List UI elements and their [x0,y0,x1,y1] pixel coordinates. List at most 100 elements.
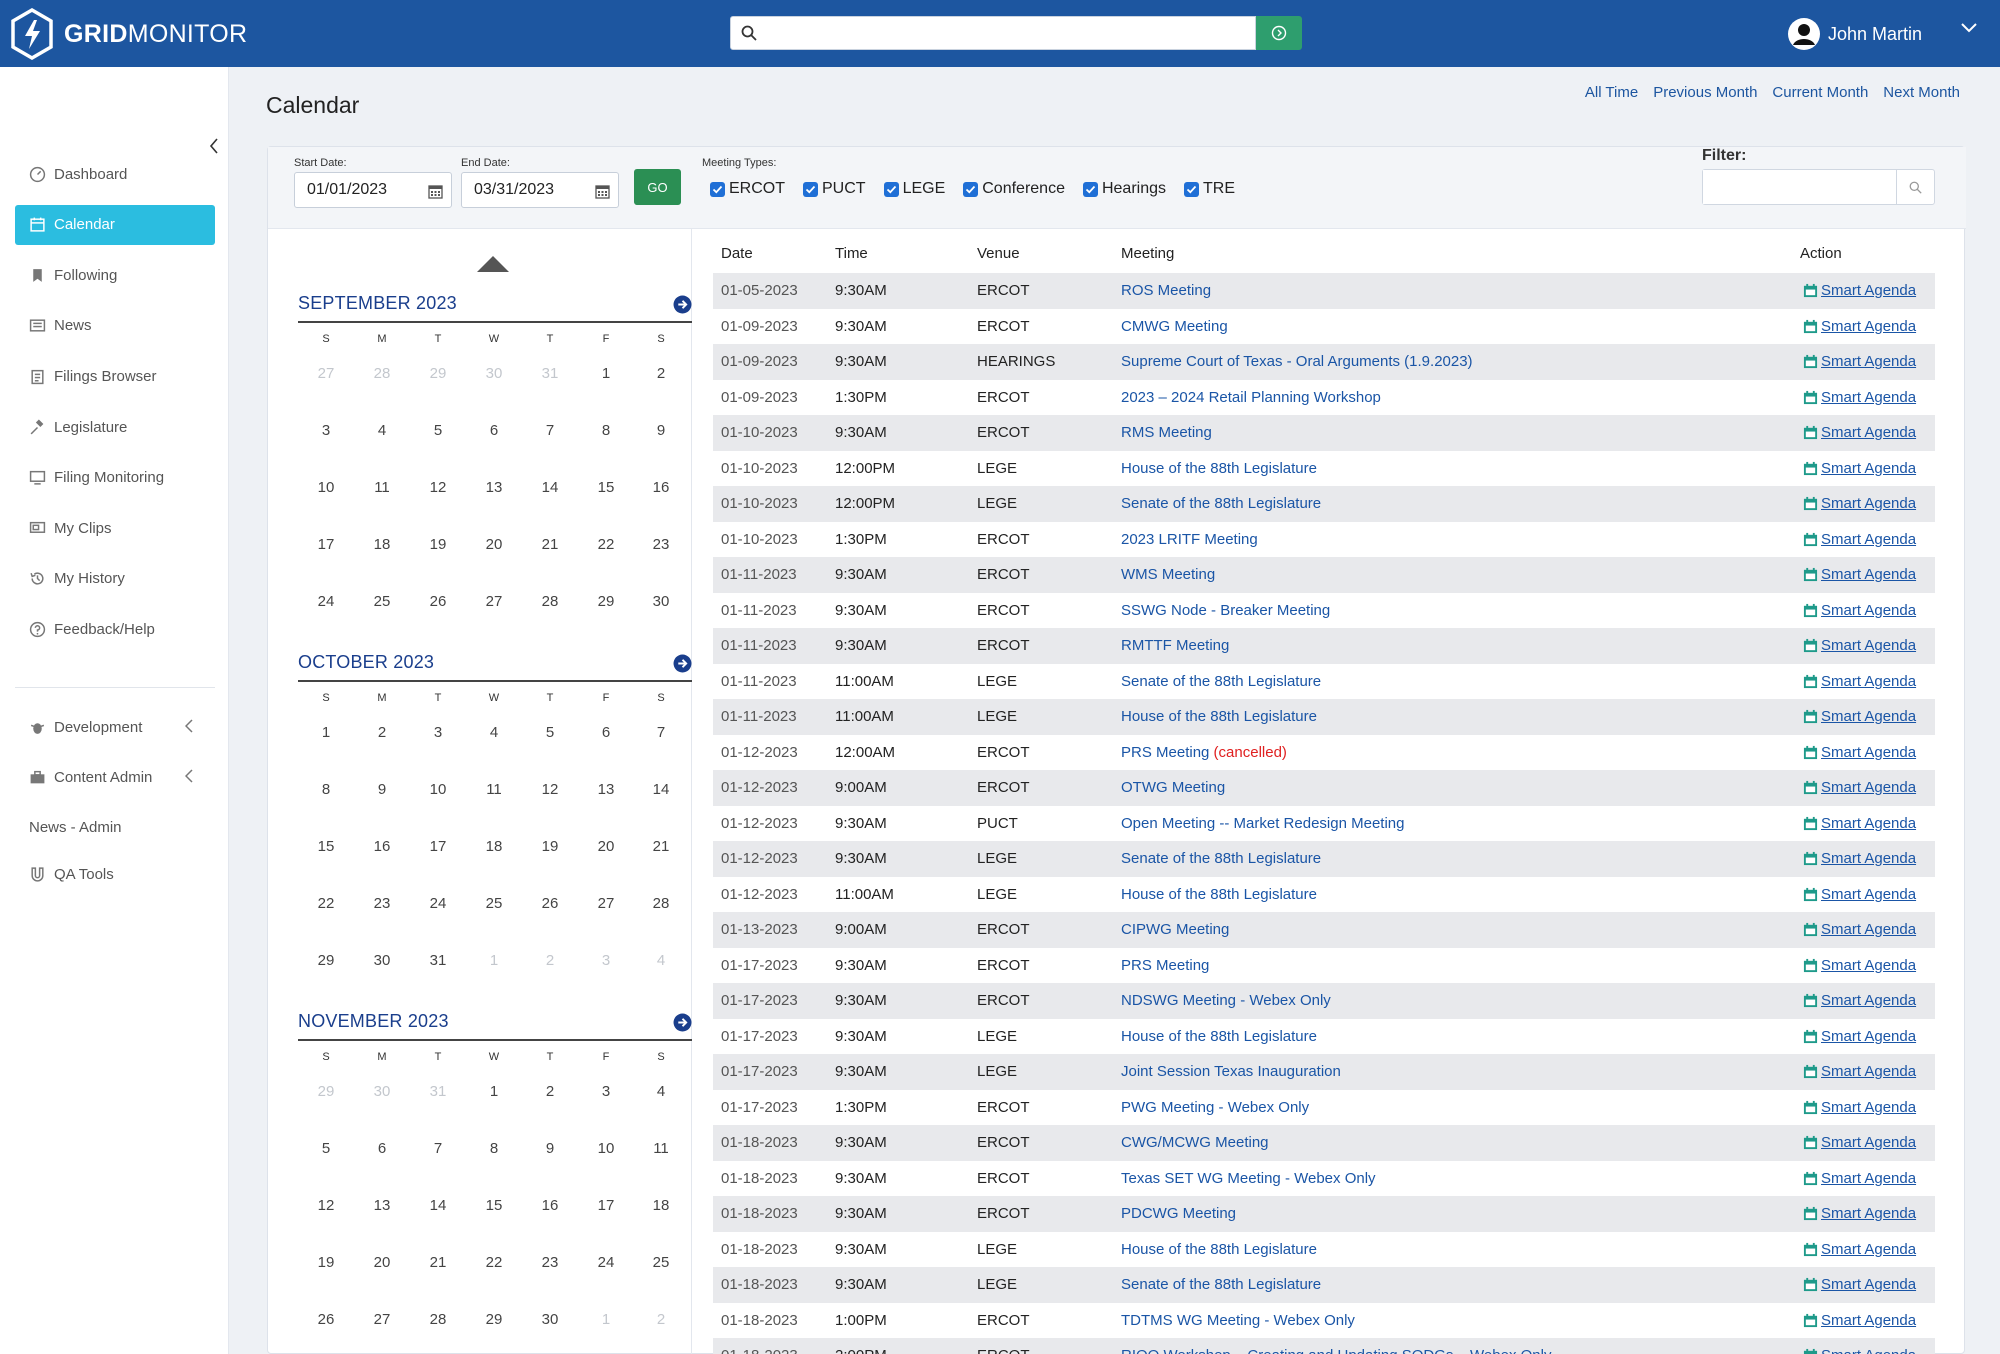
current-month-link[interactable]: Current Month [1772,84,1868,101]
calendar-day[interactable]: 12 [530,781,570,798]
calendar-day[interactable]: 3 [418,724,458,741]
meeting-link[interactable]: Senate of the 88th Legislature [1121,495,1321,512]
calendar-day[interactable]: 11 [474,781,514,798]
calendar-day[interactable]: 10 [306,479,346,496]
calendar-day[interactable]: 30 [474,365,514,382]
calendar-day[interactable]: 9 [362,781,402,798]
sidebar-item-filing-monitoring[interactable]: Filing Monitoring [15,458,215,498]
calendar-day[interactable]: 28 [418,1311,458,1328]
calendar-day[interactable]: 5 [306,1140,346,1157]
sidebar-item-qa-tools[interactable]: QA Tools [15,854,215,894]
calendar-day[interactable]: 31 [530,365,570,382]
calendar-day[interactable]: 27 [306,365,346,382]
meeting-link[interactable]: CMWG Meeting [1121,318,1228,335]
meeting-type-hearings[interactable]: Hearings [1082,180,1166,198]
calendar-day[interactable]: 3 [586,952,626,969]
smart-agenda-action[interactable]: Smart Agenda [1803,424,1916,441]
scroll-up-arrow-icon[interactable] [476,255,510,273]
calendar-picker-icon[interactable] [595,183,610,199]
meeting-link[interactable]: House of the 88th Legislature [1121,708,1317,725]
calendar-day[interactable]: 29 [418,365,458,382]
search-field[interactable] [730,16,1256,50]
sidebar-item-my-history[interactable]: My History [15,559,215,599]
calendar-day[interactable]: 19 [306,1254,346,1271]
calendar-day[interactable]: 13 [586,781,626,798]
meeting-type-conference[interactable]: Conference [963,180,1065,198]
sidebar-item-calendar[interactable]: Calendar [15,204,215,245]
smart-agenda-action[interactable]: Smart Agenda [1803,318,1916,335]
calendar-day[interactable]: 9 [641,422,681,439]
chevron-down-icon[interactable] [1960,22,1978,34]
calendar-picker-icon[interactable] [428,183,443,199]
smart-agenda-link[interactable]: Smart Agenda [1821,1276,1916,1293]
calendar-day[interactable]: 20 [586,838,626,855]
next-month-arrow-icon[interactable] [673,654,692,673]
calendar-day[interactable]: 29 [306,1083,346,1100]
previous-month-link[interactable]: Previous Month [1653,84,1757,101]
calendar-day[interactable]: 5 [530,724,570,741]
smart-agenda-action[interactable]: Smart Agenda [1803,353,1916,370]
calendar-day[interactable]: 24 [306,593,346,610]
meeting-link[interactable]: House of the 88th Legislature [1121,460,1317,477]
checkbox-checked-icon[interactable] [1082,181,1098,197]
meeting-link[interactable]: RMS Meeting [1121,424,1212,441]
meeting-link[interactable]: OTWG Meeting [1121,779,1225,796]
sidebar-item-development[interactable]: Development [15,707,215,747]
checkbox-checked-icon[interactable] [803,181,818,197]
smart-agenda-action[interactable]: Smart Agenda [1803,1134,1916,1151]
meeting-link[interactable]: TDTMS WG Meeting - Webex Only [1121,1312,1355,1329]
search-input[interactable] [765,18,1255,48]
meeting-link[interactable]: ROS Meeting [1121,282,1211,299]
smart-agenda-link[interactable]: Smart Agenda [1821,1312,1916,1329]
calendar-day[interactable]: 3 [306,422,346,439]
calendar-day[interactable]: 21 [641,838,681,855]
meeting-link[interactable]: Supreme Court of Texas - Oral Arguments … [1121,353,1473,370]
calendar-day[interactable]: 8 [306,781,346,798]
filter-search-button[interactable] [1896,170,1934,204]
calendar-day[interactable]: 27 [362,1311,402,1328]
smart-agenda-action[interactable]: Smart Agenda [1803,602,1916,619]
smart-agenda-link[interactable]: Smart Agenda [1821,460,1916,477]
calendar-day[interactable]: 16 [362,838,402,855]
meeting-link[interactable]: PDCWG Meeting [1121,1205,1236,1222]
next-month-arrow-icon[interactable] [673,295,692,314]
filter-input[interactable] [1703,170,1896,204]
search-submit-button[interactable] [1256,16,1302,50]
smart-agenda-action[interactable]: Smart Agenda [1803,1347,1916,1354]
smart-agenda-action[interactable]: Smart Agenda [1803,566,1916,583]
column-date[interactable]: Date [721,245,753,262]
sidebar-item-my-clips[interactable]: My Clips [15,508,215,548]
meeting-link[interactable]: Open Meeting -- Market Redesign Meeting [1121,815,1404,832]
meeting-link[interactable]: PWG Meeting - Webex Only [1121,1099,1309,1116]
meeting-link[interactable]: RIOO Workshop – Creating and Updating SO… [1121,1347,1551,1354]
calendar-day[interactable]: 6 [474,422,514,439]
calendar-day[interactable]: 28 [530,593,570,610]
calendar-day[interactable]: 31 [418,952,458,969]
smart-agenda-action[interactable]: Smart Agenda [1803,460,1916,477]
smart-agenda-link[interactable]: Smart Agenda [1821,1134,1916,1151]
calendar-day[interactable]: 26 [306,1311,346,1328]
calendar-day[interactable]: 7 [530,422,570,439]
calendar-day[interactable]: 4 [474,724,514,741]
checkbox-checked-icon[interactable] [1184,181,1199,197]
calendar-day[interactable]: 15 [306,838,346,855]
smart-agenda-action[interactable]: Smart Agenda [1803,1028,1916,1045]
calendar-day[interactable]: 23 [530,1254,570,1271]
calendar-day[interactable]: 2 [362,724,402,741]
month-title[interactable]: NOVEMBER 2023 [298,1011,449,1032]
calendar-day[interactable]: 7 [641,724,681,741]
smart-agenda-link[interactable]: Smart Agenda [1821,1205,1916,1222]
smart-agenda-link[interactable]: Smart Agenda [1821,353,1916,370]
calendar-day[interactable]: 25 [362,593,402,610]
meeting-link[interactable]: NDSWG Meeting - Webex Only [1121,992,1331,1009]
smart-agenda-link[interactable]: Smart Agenda [1821,1241,1916,1258]
calendar-day[interactable]: 2 [530,1083,570,1100]
calendar-day[interactable]: 21 [418,1254,458,1271]
all-time-link[interactable]: All Time [1585,84,1638,101]
meeting-link[interactable]: SSWG Node - Breaker Meeting [1121,602,1330,619]
calendar-day[interactable]: 5 [418,422,458,439]
smart-agenda-action[interactable]: Smart Agenda [1803,992,1916,1009]
calendar-day[interactable]: 22 [306,895,346,912]
smart-agenda-action[interactable]: Smart Agenda [1803,1205,1916,1222]
smart-agenda-link[interactable]: Smart Agenda [1821,637,1916,654]
